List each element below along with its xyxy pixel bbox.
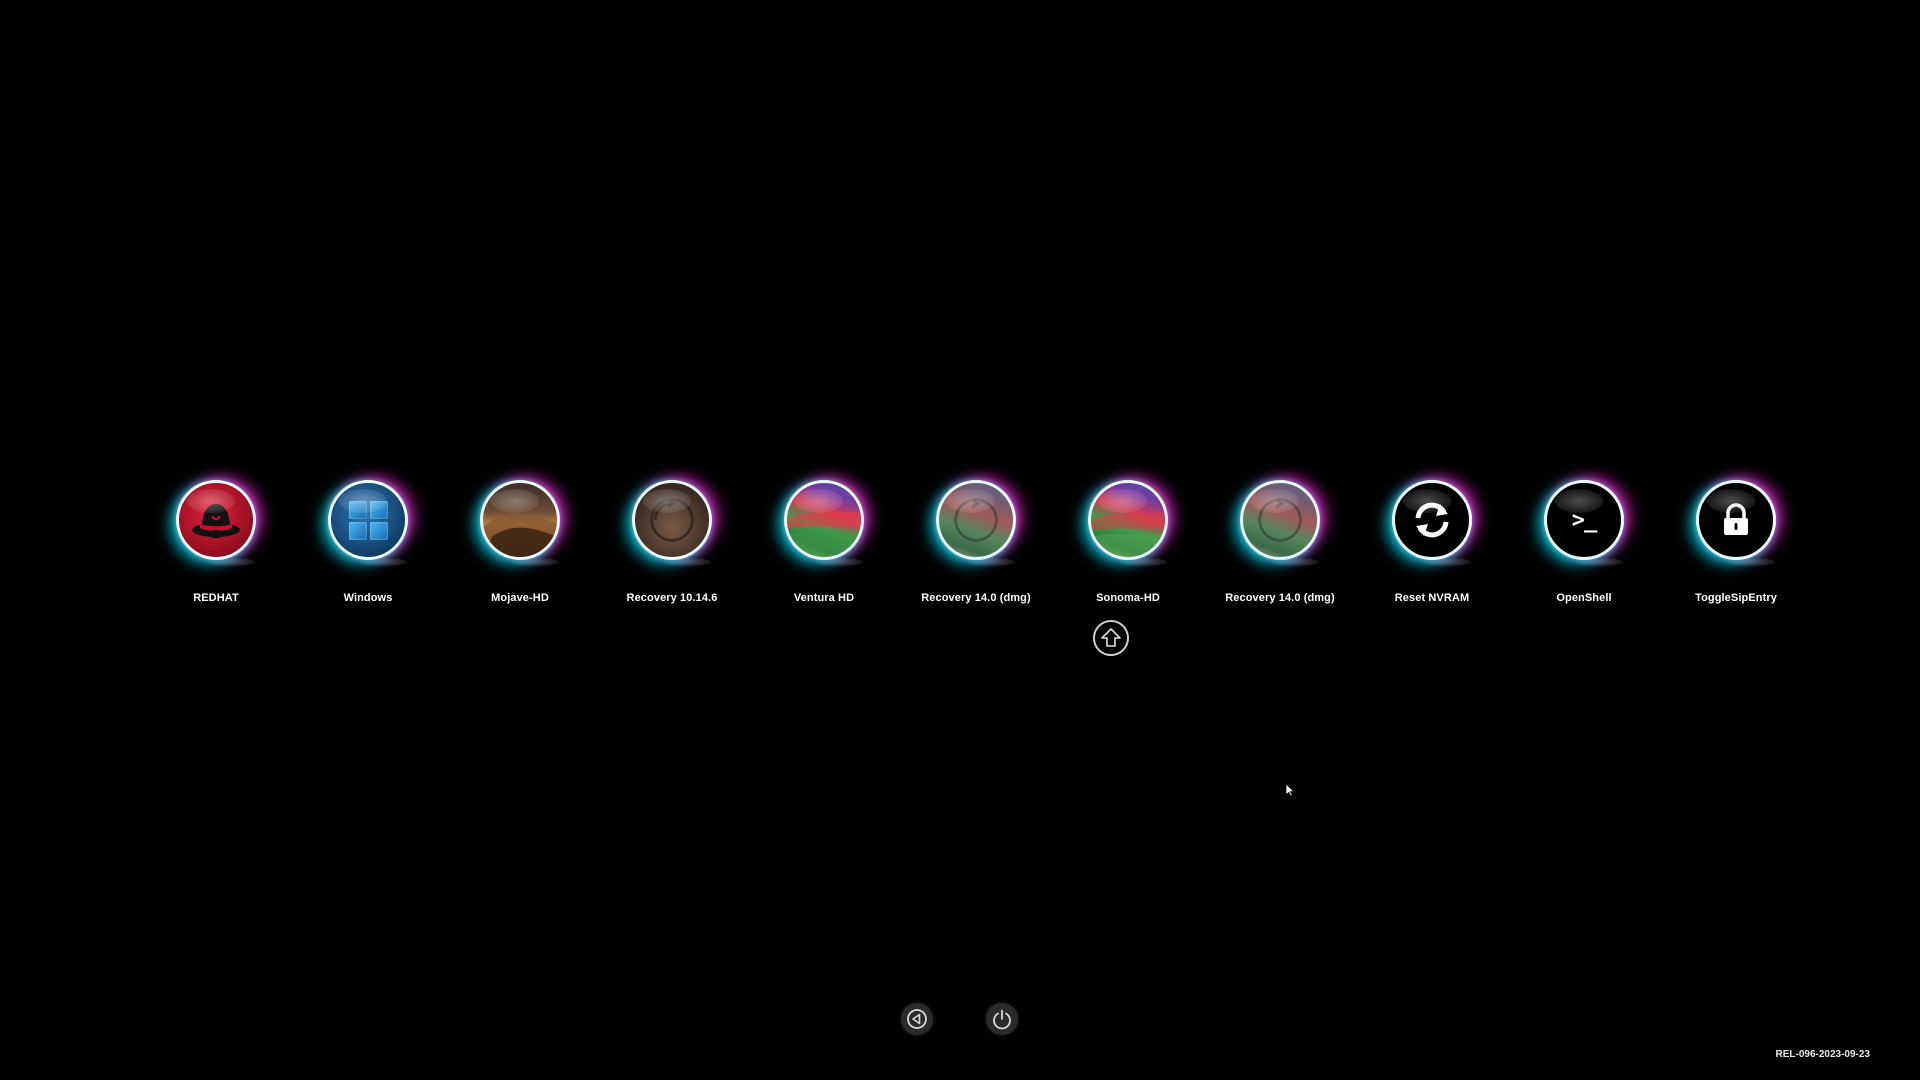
boot-entry-label: Windows bbox=[343, 592, 393, 604]
redhat-icon[interactable] bbox=[176, 480, 256, 560]
boot-entry-windows[interactable]: Windows bbox=[292, 480, 444, 604]
boot-entry-ventura-hd[interactable]: Ventura HD bbox=[748, 480, 900, 604]
refresh-icon[interactable] bbox=[1392, 480, 1472, 560]
boot-entry-label: Sonoma-HD bbox=[1096, 592, 1160, 604]
ventura-disk-icon[interactable] bbox=[784, 480, 864, 560]
boot-entry-label: Recovery 14.0 (dmg) bbox=[1225, 592, 1335, 604]
boot-entry-label: REDHAT bbox=[193, 592, 239, 604]
version-label: REL-096-2023-09-23 bbox=[1775, 1049, 1871, 1060]
boot-entry-recovery-14-0-b[interactable]: Recovery 14.0 (dmg) bbox=[1204, 480, 1356, 604]
boot-entry-label: Ventura HD bbox=[793, 592, 855, 604]
boot-entry-redhat[interactable]: REDHAT bbox=[140, 480, 292, 604]
sonoma-recovery-icon[interactable] bbox=[936, 480, 1016, 560]
mouse-cursor-icon bbox=[1285, 783, 1295, 797]
boot-entry-label: Recovery 14.0 (dmg) bbox=[921, 592, 1031, 604]
shutdown-button[interactable] bbox=[986, 1003, 1018, 1035]
sonoma-disk-icon[interactable] bbox=[1088, 480, 1168, 560]
mojave-recovery-icon[interactable] bbox=[632, 480, 712, 560]
boot-entry-label: OpenShell bbox=[1556, 592, 1612, 604]
boot-entry-recovery-10-14-6[interactable]: Recovery 10.14.6 bbox=[596, 480, 748, 604]
boot-entry-label: Recovery 10.14.6 bbox=[626, 592, 718, 604]
boot-entry-label: ToggleSipEntry bbox=[1695, 592, 1777, 604]
terminal-icon[interactable]: >_ bbox=[1544, 480, 1624, 560]
lock-icon[interactable] bbox=[1696, 480, 1776, 560]
boot-entry-sonoma-hd[interactable]: Sonoma-HD bbox=[1052, 480, 1204, 604]
boot-entry-mojave-hd[interactable]: Mojave-HD bbox=[444, 480, 596, 604]
boot-entry-reset-nvram[interactable]: Reset NVRAM bbox=[1356, 480, 1508, 604]
mojave-disk-icon[interactable] bbox=[480, 480, 560, 560]
boot-entry-label: Reset NVRAM bbox=[1394, 592, 1470, 604]
boot-entry-togglesipentry[interactable]: ToggleSipEntry bbox=[1660, 480, 1812, 604]
boot-entry-recovery-14-0-a[interactable]: Recovery 14.0 (dmg) bbox=[900, 480, 1052, 604]
up-arrow-icon bbox=[1101, 628, 1121, 647]
boot-entry-list: REDHAT Windows Mojave-HD Recovery 10.14.… bbox=[140, 480, 1812, 604]
power-icon bbox=[993, 1009, 1011, 1030]
boot-entry-label: Mojave-HD bbox=[491, 592, 549, 604]
back-arrow-icon bbox=[907, 1009, 927, 1029]
boot-entry-openshell[interactable]: >_ OpenShell bbox=[1508, 480, 1660, 604]
back-button[interactable] bbox=[901, 1003, 933, 1035]
sonoma-recovery-icon[interactable] bbox=[1240, 480, 1320, 560]
windows-icon[interactable] bbox=[328, 480, 408, 560]
selection-indicator bbox=[1093, 620, 1129, 656]
